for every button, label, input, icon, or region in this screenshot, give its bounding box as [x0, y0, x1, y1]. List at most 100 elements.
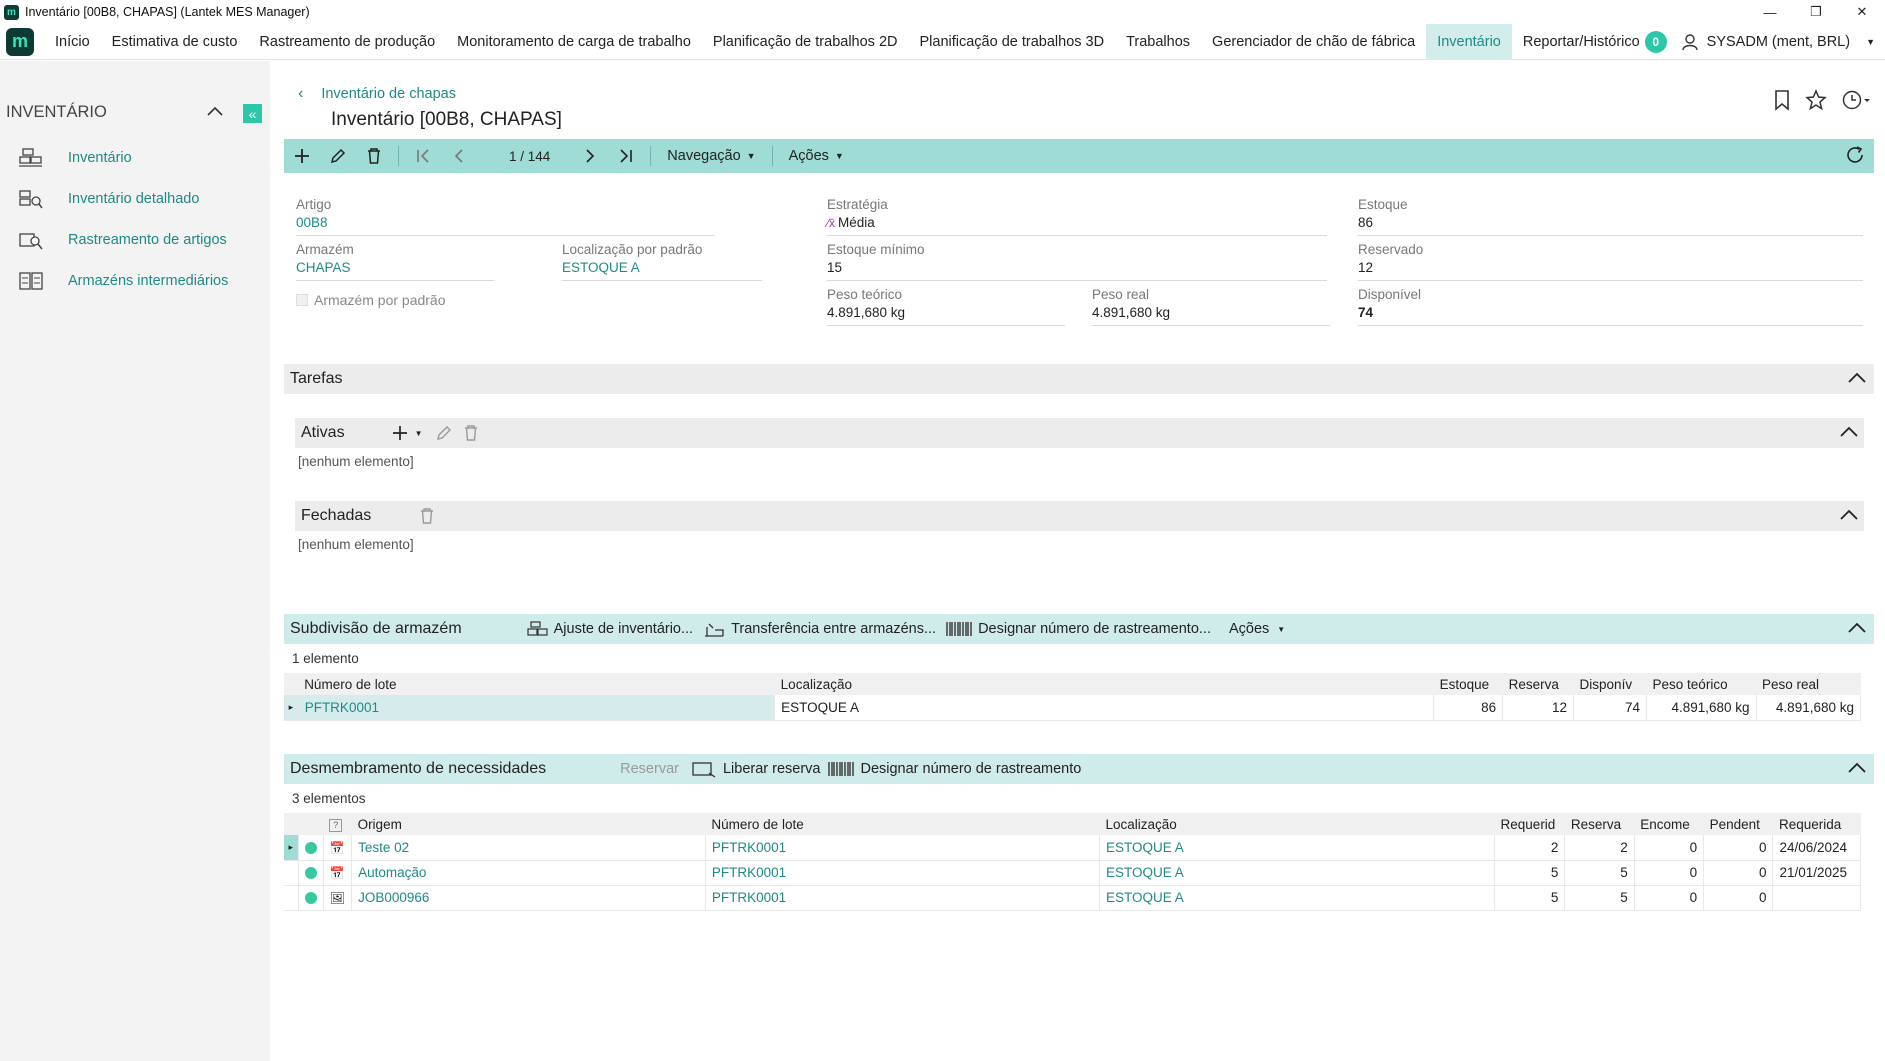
- liberar-reserva-button[interactable]: Liberar reserva: [691, 760, 820, 778]
- column-header-encomenda[interactable]: Encome: [1634, 813, 1704, 835]
- cell-lote[interactable]: PFTRK0001: [705, 885, 1100, 911]
- menu-inicio[interactable]: Início: [44, 24, 101, 60]
- notifications-badge[interactable]: 0: [1644, 31, 1667, 53]
- column-header-localizacao[interactable]: Localização: [774, 673, 1434, 695]
- designar-rastreamento-necessidade-button[interactable]: Designar número de rastreamento: [828, 760, 1081, 778]
- menu-monitoramento[interactable]: Monitoramento de carga de trabalho: [446, 24, 702, 60]
- first-record-button[interactable]: [405, 139, 441, 173]
- collapse-sidebar-icon[interactable]: «: [243, 104, 262, 123]
- menu-estimativa[interactable]: Estimativa de custo: [101, 24, 249, 60]
- column-header-requerida[interactable]: Requerida: [1772, 813, 1861, 835]
- column-header-requerido[interactable]: Requerid: [1494, 813, 1565, 835]
- chevron-up-icon[interactable]: [1846, 369, 1868, 387]
- chevron-up-icon[interactable]: [1846, 759, 1868, 777]
- column-header-estoque[interactable]: Estoque: [1433, 673, 1503, 695]
- star-icon[interactable]: [1805, 89, 1827, 111]
- delete-button[interactable]: [356, 139, 392, 173]
- cell-localizacao[interactable]: ESTOQUE A: [1099, 835, 1496, 861]
- column-header-reserva[interactable]: Reserva: [1564, 813, 1635, 835]
- menu-trabalhos[interactable]: Trabalhos: [1115, 24, 1201, 60]
- column-header-help[interactable]: ?: [323, 813, 352, 835]
- menu-planificacao-2d[interactable]: Planificação de trabalhos 2D: [702, 24, 909, 60]
- actions-dropdown[interactable]: Ações ▼: [789, 148, 844, 164]
- column-header-pendente[interactable]: Pendent: [1703, 813, 1773, 835]
- transferencia-label: Transferência entre armazéns...: [731, 621, 937, 637]
- designar-rastreamento-button[interactable]: Designar número de rastreamento...: [946, 620, 1211, 638]
- menu-gerenciador[interactable]: Gerenciador de chão de fábrica: [1201, 24, 1426, 60]
- column-header-lote[interactable]: Número de lote: [298, 673, 775, 695]
- trash-icon[interactable]: [463, 424, 479, 442]
- column-header-peso-teorico[interactable]: Peso teórico: [1646, 673, 1757, 695]
- artigo-value[interactable]: 00B8: [296, 215, 714, 236]
- column-header-localizacao[interactable]: Localização: [1099, 813, 1495, 835]
- user-dropdown-icon[interactable]: ▼: [1866, 37, 1875, 47]
- back-icon[interactable]: ‹: [298, 85, 303, 103]
- lantek-logo[interactable]: m: [6, 27, 34, 56]
- table-row[interactable]: 📅 Automação PFTRK0001 ESTOQUE A 5 5 0 0 …: [284, 860, 1861, 886]
- cell-localizacao[interactable]: ESTOQUE A: [1099, 860, 1496, 886]
- user-icon[interactable]: [1681, 33, 1699, 51]
- cell-origem[interactable]: JOB000966: [351, 885, 706, 911]
- navigation-dropdown[interactable]: Navegação ▼: [667, 148, 755, 164]
- chevron-up-icon[interactable]: [1846, 619, 1868, 637]
- last-record-button[interactable]: [608, 139, 644, 173]
- column-header-disponivel[interactable]: Disponív: [1573, 673, 1647, 695]
- cell-lote[interactable]: PFTRK0001: [705, 860, 1100, 886]
- sidebar-item-rastreamento[interactable]: Rastreamento de artigos: [18, 229, 227, 251]
- cell-localizacao: ESTOQUE A: [774, 695, 1435, 721]
- restore-icon[interactable]: ❐: [1793, 0, 1839, 24]
- user-name[interactable]: SYSADM (ment, BRL): [1707, 34, 1850, 50]
- add-button[interactable]: [284, 139, 320, 173]
- breadcrumb[interactable]: ‹ Inventário de chapas: [298, 85, 456, 103]
- cell-localizacao[interactable]: ESTOQUE A: [1099, 885, 1496, 911]
- menu-rastreamento[interactable]: Rastreamento de produção: [248, 24, 446, 60]
- edit-button[interactable]: [320, 139, 356, 173]
- cell-lote[interactable]: PFTRK0001: [705, 835, 1100, 861]
- subdivisao-actions-dropdown[interactable]: Ações ▼: [1229, 621, 1285, 637]
- chevron-up-icon[interactable]: [1838, 506, 1860, 524]
- column-header-lote[interactable]: Número de lote: [705, 813, 1100, 835]
- cell-lote[interactable]: PFTRK0001: [298, 695, 776, 721]
- pencil-icon[interactable]: [435, 424, 453, 442]
- armazem-value[interactable]: CHAPAS: [296, 260, 494, 281]
- tarefas-section-header[interactable]: Tarefas: [284, 364, 1874, 394]
- plus-icon[interactable]: [391, 424, 409, 442]
- row-expand-icon[interactable]: ▸: [284, 835, 299, 861]
- menu-inventario[interactable]: Inventário: [1426, 23, 1512, 60]
- localizacao-value[interactable]: ESTOQUE A: [562, 260, 762, 281]
- next-record-button[interactable]: [572, 139, 608, 173]
- trash-icon[interactable]: [419, 507, 435, 525]
- bookmark-icon[interactable]: [1773, 89, 1791, 111]
- field-peso-real: Peso real 4.891,680 kg: [1092, 287, 1330, 326]
- minimize-icon[interactable]: —: [1747, 0, 1793, 24]
- armazem-padrao-checkbox[interactable]: [296, 294, 308, 306]
- reservar-label: Reservar: [620, 761, 679, 777]
- sidebar-item-inventario[interactable]: Inventário: [18, 147, 132, 169]
- ativas-header[interactable]: Ativas ▼: [295, 418, 1864, 448]
- column-header-origem[interactable]: Origem: [351, 813, 706, 835]
- column-header-reserva[interactable]: Reserva: [1502, 673, 1574, 695]
- transferencia-button[interactable]: Transferência entre armazéns...: [703, 620, 936, 638]
- row-expand-icon[interactable]: ▸: [284, 695, 299, 721]
- fechadas-header[interactable]: Fechadas: [295, 501, 1864, 531]
- sidebar-item-armazens[interactable]: Armazéns intermediários: [18, 270, 228, 292]
- refresh-icon[interactable]: [1844, 144, 1866, 166]
- chevron-up-icon[interactable]: [1838, 423, 1860, 441]
- table-row[interactable]: 🖼 JOB000966 PFTRK0001 ESTOQUE A 5 5 0 0: [284, 885, 1861, 911]
- menu-planificacao-3d[interactable]: Planificação de trabalhos 3D: [909, 24, 1116, 60]
- column-header-peso-real[interactable]: Peso real: [1756, 673, 1861, 695]
- sidebar-item-inventario-detalhado[interactable]: Inventário detalhado: [18, 188, 199, 210]
- previous-record-button[interactable]: [441, 139, 477, 173]
- cell-origem[interactable]: Teste 02: [351, 835, 706, 861]
- history-icon[interactable]: [1841, 89, 1871, 111]
- chevron-up-icon[interactable]: [206, 105, 224, 117]
- reservar-button[interactable]: Reservar: [620, 761, 679, 777]
- close-icon[interactable]: ✕: [1839, 0, 1885, 24]
- ajuste-inventario-button[interactable]: Ajuste de inventário...: [526, 620, 693, 638]
- table-row[interactable]: ▸ PFTRK0001 ESTOQUE A 86 12 74 4.891,680…: [284, 695, 1862, 721]
- add-dropdown-icon[interactable]: ▼: [415, 429, 423, 438]
- table-row[interactable]: ▸ 📅 Teste 02 PFTRK0001 ESTOQUE A 2 2 0 0…: [284, 835, 1861, 861]
- menu-reportar[interactable]: Reportar/Histórico: [1512, 24, 1651, 60]
- breadcrumb-link[interactable]: Inventário de chapas: [321, 86, 456, 102]
- cell-origem[interactable]: Automação: [351, 860, 706, 886]
